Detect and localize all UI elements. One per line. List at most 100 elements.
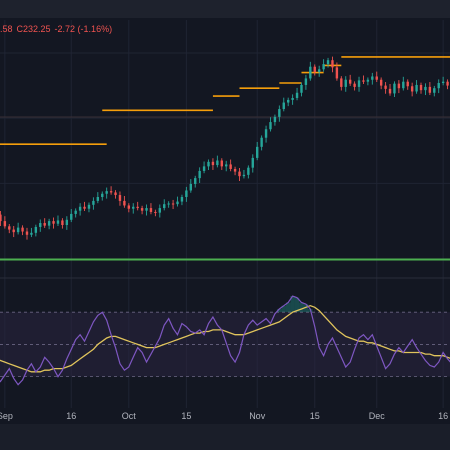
candle — [371, 76, 374, 80]
candle — [25, 231, 29, 235]
candle — [78, 206, 82, 211]
candle — [322, 64, 325, 70]
candle — [96, 196, 100, 201]
candle — [167, 203, 170, 205]
candle — [291, 97, 294, 100]
close-value: C232.25 — [16, 24, 51, 34]
candle — [286, 99, 290, 103]
candle — [247, 167, 250, 175]
candle — [92, 200, 95, 205]
x-tick-label: 15 — [181, 411, 191, 421]
candle — [43, 223, 46, 226]
candle — [56, 220, 60, 224]
candle — [101, 193, 104, 197]
candle — [136, 206, 139, 209]
candle — [238, 171, 241, 177]
price-chart[interactable]: Sep 16 Oct 15 Nov 15 Dec 16 — [0, 0, 450, 450]
candle — [433, 88, 436, 93]
candle — [145, 208, 148, 211]
candle — [3, 221, 7, 227]
candle — [313, 66, 316, 72]
candle — [61, 220, 64, 226]
candle — [47, 221, 51, 226]
bottom-toolbar — [0, 424, 450, 450]
candle — [326, 60, 330, 65]
candle — [242, 174, 246, 177]
candle — [163, 204, 166, 209]
candle — [251, 157, 254, 168]
candle — [388, 88, 392, 94]
candle — [353, 83, 356, 87]
candle — [70, 213, 73, 220]
candle — [105, 191, 108, 194]
candle — [118, 195, 122, 201]
candle — [317, 69, 321, 72]
change-value: -2.72 (-1.16%) — [54, 24, 113, 34]
candle — [335, 67, 339, 79]
candle — [446, 81, 449, 86]
candle — [16, 227, 20, 233]
candle — [357, 80, 361, 87]
candle — [304, 78, 308, 85]
candle — [39, 223, 42, 227]
candle — [415, 84, 418, 92]
candle — [264, 129, 268, 138]
candle — [180, 196, 184, 202]
candle — [260, 137, 263, 147]
candle — [65, 219, 69, 226]
candle — [348, 79, 352, 84]
candle — [331, 60, 334, 68]
top-toolbar — [0, 0, 450, 18]
candle — [397, 83, 401, 89]
x-tick-label: Nov — [249, 411, 266, 421]
candle — [8, 226, 11, 230]
candle — [309, 66, 312, 79]
candle — [176, 201, 179, 205]
candle — [340, 78, 343, 87]
candle — [0, 214, 2, 222]
candle — [132, 206, 135, 209]
candle — [220, 160, 223, 167]
candle — [109, 191, 113, 193]
x-tick-label: Sep — [0, 411, 13, 421]
candle — [366, 79, 370, 82]
candle — [295, 92, 299, 98]
candle — [34, 226, 38, 233]
x-tick-label: Oct — [122, 411, 137, 421]
x-tick-label: 16 — [438, 411, 448, 421]
candle — [282, 102, 285, 110]
candle — [393, 83, 396, 94]
candle — [384, 85, 387, 89]
candle — [229, 164, 232, 169]
candle — [424, 86, 427, 91]
candle — [171, 203, 175, 205]
x-tick-label: 16 — [66, 411, 76, 421]
candle — [189, 183, 192, 191]
candle — [300, 84, 303, 93]
candle — [140, 208, 144, 211]
candle — [441, 81, 445, 83]
candle — [83, 206, 86, 209]
candle — [406, 81, 409, 87]
candle — [216, 160, 219, 166]
candle — [185, 190, 188, 197]
candle — [207, 161, 210, 167]
candle — [21, 227, 24, 232]
candle — [52, 221, 55, 224]
candle — [87, 204, 91, 209]
candle — [127, 205, 131, 209]
candle — [149, 208, 153, 212]
candle — [278, 109, 281, 117]
candle — [225, 164, 228, 167]
candle — [154, 211, 157, 213]
x-tick-label: 15 — [310, 411, 320, 421]
candle — [437, 82, 440, 89]
candle — [194, 178, 197, 184]
candle — [379, 79, 383, 86]
candle — [362, 80, 365, 82]
candle — [402, 81, 405, 89]
candle — [202, 166, 206, 171]
candle — [428, 86, 432, 93]
candle — [269, 122, 272, 130]
candle — [273, 116, 277, 123]
